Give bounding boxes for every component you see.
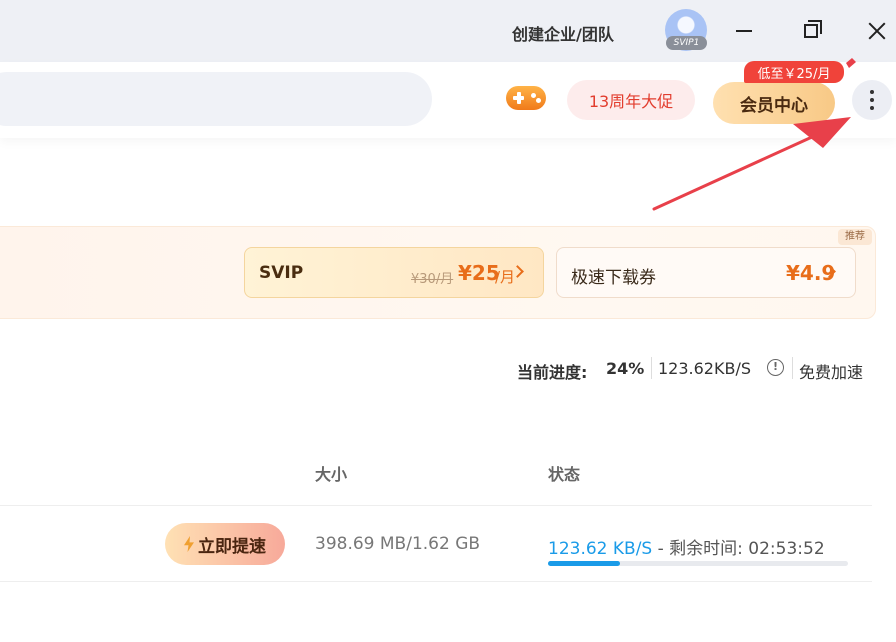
status-speed: 123.62 KB/S: [548, 539, 653, 559]
column-header-size[interactable]: 大小: [315, 461, 347, 485]
search-input[interactable]: [0, 72, 432, 126]
divider: [651, 357, 652, 379]
download-status: 123.62 KB/S - 剩余时间: 02:53:52: [548, 534, 825, 559]
maximize-button[interactable]: [793, 14, 829, 48]
svip-offer-title: SVIP: [259, 263, 304, 283]
download-ticket-card[interactable]: 极速下载券 ¥4.9: [556, 247, 856, 298]
recommend-tag: 推荐: [838, 229, 872, 245]
lightning-icon: [184, 536, 194, 552]
title-bar: 创建企业/团队 SVIP1: [0, 0, 896, 62]
minimize-button[interactable]: [726, 14, 762, 48]
restore-icon: [804, 20, 822, 38]
divider: [0, 505, 872, 506]
speed-up-label: 立即提速: [198, 536, 266, 557]
svip-price: ¥25: [458, 261, 500, 285]
anniversary-promo-button[interactable]: 13周年大促: [567, 80, 695, 120]
create-team-link[interactable]: 创建企业/团队: [512, 21, 614, 45]
divider: [792, 357, 793, 379]
speed-up-button[interactable]: 立即提速: [165, 523, 285, 565]
status-time-remaining: - 剩余时间: 02:53:52: [652, 539, 825, 559]
price-tag-badge: 低至￥25/月: [744, 61, 844, 83]
more-menu-button[interactable]: [852, 80, 892, 120]
close-icon: [868, 22, 886, 40]
download-progress-bar: [548, 561, 848, 566]
svip-old-price: ¥30/月: [411, 272, 454, 287]
current-speed: 123.62KB/S: [658, 359, 751, 378]
progress-label: 当前进度:: [517, 363, 588, 382]
top-header: 13周年大促 会员中心 低至￥25/月: [0, 61, 896, 138]
ticket-offer-title: 极速下载券: [571, 268, 656, 288]
file-size: 398.69 MB/1.62 GB: [315, 534, 481, 554]
svip-level-badge: SVIP1: [666, 36, 707, 50]
more-vertical-icon: [870, 90, 874, 94]
divider: [0, 581, 872, 582]
minimize-icon: [736, 30, 752, 32]
close-button[interactable]: [859, 14, 895, 48]
progress-percent: 24%: [606, 359, 645, 378]
game-controller-icon[interactable]: [506, 86, 546, 110]
svip-offer-card[interactable]: SVIP ¥30/月 ¥25 /月: [244, 247, 544, 298]
column-header-status[interactable]: 状态: [548, 461, 580, 485]
download-progress-fill: [548, 561, 620, 566]
info-icon[interactable]: !: [767, 359, 784, 376]
member-center-button[interactable]: 会员中心: [713, 82, 835, 124]
free-boost-link[interactable]: 免费加速: [799, 359, 863, 383]
